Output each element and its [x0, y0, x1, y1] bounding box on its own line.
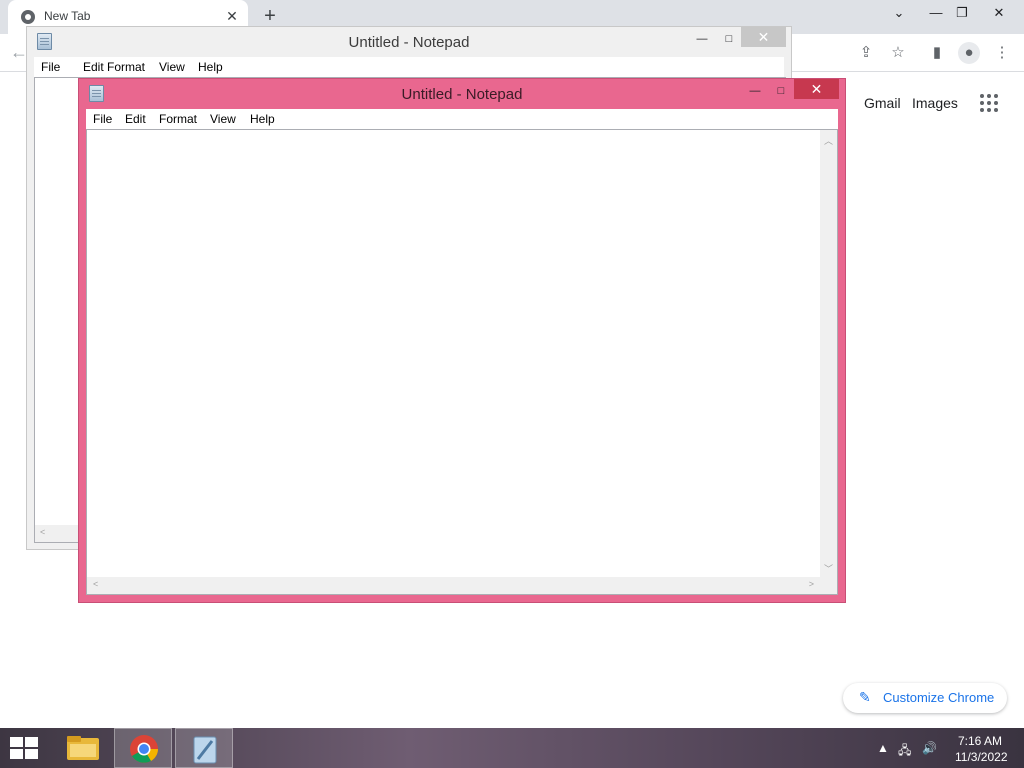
chrome-menu-icon[interactable]: ⋮	[991, 42, 1013, 64]
menu-help[interactable]: Help	[198, 60, 223, 74]
tab-title: New Tab	[44, 9, 91, 23]
google-apps-icon[interactable]	[980, 94, 1000, 114]
menu-edit[interactable]: Edit	[125, 112, 146, 126]
menu-format[interactable]: Format	[107, 60, 145, 74]
folder-icon	[67, 736, 99, 760]
bookmark-star-icon[interactable]: ☆	[887, 42, 909, 64]
vertical-scrollbar[interactable]: ︿ ﹀	[820, 130, 837, 577]
start-button-icon[interactable]	[10, 737, 38, 759]
menu-help[interactable]: Help	[250, 112, 275, 126]
notepad-minimize-button[interactable]: —	[742, 81, 768, 101]
scroll-down-icon[interactable]: ﹀	[824, 562, 833, 575]
taskbar-file-explorer[interactable]	[54, 728, 112, 768]
network-icon[interactable]: 🖧	[898, 741, 911, 762]
notepad-titlebar[interactable]: Untitled - Notepad — □ ✕	[27, 27, 791, 57]
notepad-titlebar[interactable]: Untitled - Notepad — □ ✕	[79, 79, 845, 109]
notepad-maximize-button[interactable]: □	[768, 81, 794, 101]
tab-close-icon[interactable]: ✕	[224, 8, 240, 24]
notepad-minimize-button[interactable]: —	[689, 29, 715, 49]
menu-edit[interactable]: Edit	[83, 60, 104, 74]
scroll-left-icon[interactable]: <	[93, 579, 98, 589]
windows-taskbar: ▲ 🖧 🔊 7:16 AM 11/3/2022	[0, 728, 1024, 768]
notepad-menubar: File Edit Format View Help	[86, 109, 838, 129]
horizontal-scrollbar[interactable]: < >	[87, 577, 820, 594]
tab-search-dropdown-icon[interactable]: ⌄	[888, 2, 910, 24]
taskbar-notepad[interactable]	[175, 728, 233, 768]
notepad-text-area[interactable]: ︿ ﹀ < >	[86, 129, 838, 595]
scroll-left-icon[interactable]: <	[40, 527, 45, 537]
notepad-window-active[interactable]: Untitled - Notepad — □ ✕ File Edit Forma…	[78, 78, 846, 603]
menu-file[interactable]: File	[93, 112, 112, 126]
notepad-close-button[interactable]: ✕	[794, 79, 839, 99]
notepad-close-button[interactable]: ✕	[741, 27, 786, 47]
menu-file[interactable]: File	[41, 60, 60, 74]
volume-icon[interactable]: 🔊	[922, 741, 937, 755]
chrome-icon	[130, 735, 158, 763]
menu-format[interactable]: Format	[159, 112, 197, 126]
share-icon[interactable]: ⇪	[855, 42, 877, 64]
gmail-link[interactable]: Gmail	[864, 95, 901, 111]
minimize-button[interactable]: —	[925, 2, 947, 24]
restore-button[interactable]: ❐	[951, 2, 973, 24]
close-button[interactable]: ✕	[988, 2, 1010, 24]
menu-view[interactable]: View	[210, 112, 236, 126]
clock-date[interactable]: 11/3/2022	[955, 750, 1008, 764]
notepad-maximize-button[interactable]: □	[716, 29, 742, 49]
notepad-icon	[193, 736, 217, 764]
side-panel-icon[interactable]: ▮	[926, 42, 948, 64]
clock-time[interactable]: 7:16 AM	[958, 734, 1002, 748]
tray-chevron-icon[interactable]: ▲	[877, 741, 889, 755]
chrome-favicon-icon	[21, 10, 35, 24]
notepad-menubar: File Edit Format View Help	[34, 57, 784, 77]
images-link[interactable]: Images	[912, 95, 958, 111]
scroll-up-icon[interactable]: ︿	[824, 134, 833, 147]
customize-chrome-label: Customize Chrome	[883, 690, 995, 705]
customize-chrome-button[interactable]: ✎ Customize Chrome	[843, 683, 1007, 713]
notepad-title: Untitled - Notepad	[401, 86, 523, 103]
menu-view[interactable]: View	[159, 60, 185, 74]
new-tab-button[interactable]: +	[260, 6, 280, 26]
pencil-icon: ✎	[859, 689, 871, 705]
resize-grip-icon[interactable]	[820, 577, 837, 594]
scroll-right-icon[interactable]: >	[809, 579, 814, 589]
taskbar-chrome[interactable]	[114, 728, 172, 768]
notepad-title: Untitled - Notepad	[348, 34, 470, 51]
profile-avatar-icon[interactable]: ●	[958, 42, 980, 64]
